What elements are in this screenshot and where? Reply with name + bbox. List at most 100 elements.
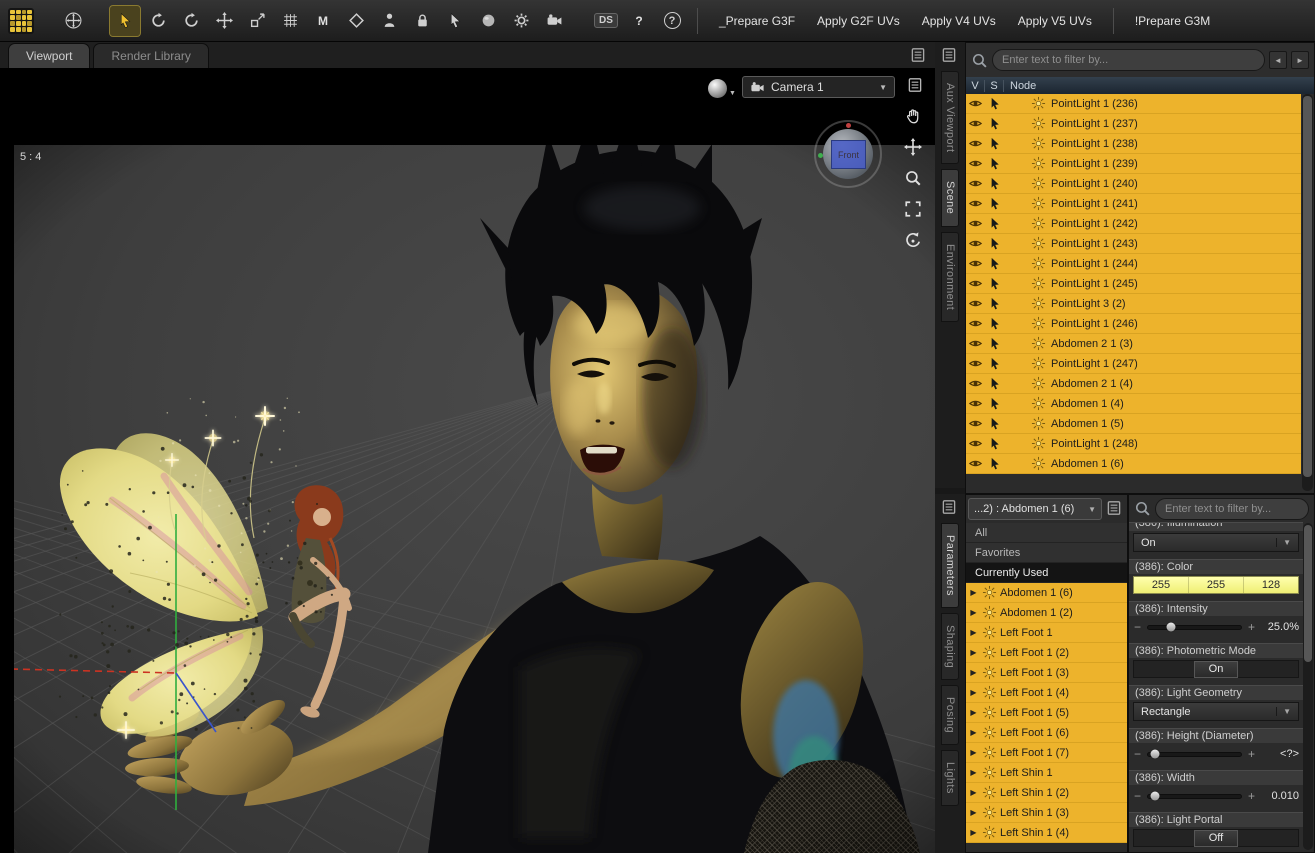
parameter-group-row[interactable]: ▶ Left Shin 1 (3) — [966, 803, 1127, 823]
visibility-eye-icon[interactable] — [966, 316, 985, 331]
viewport-3d[interactable]: 5 : 4 ▼ Camera 1 ▼ Front — [0, 68, 935, 853]
selection-pointer-icon[interactable] — [985, 356, 1004, 371]
material-sphere-icon[interactable] — [473, 6, 503, 36]
pointer-tool-icon[interactable] — [440, 6, 470, 36]
active-pose-tool-icon[interactable] — [176, 6, 206, 36]
selection-pointer-icon[interactable] — [985, 136, 1004, 151]
illumination-dropdown[interactable]: On ▼ — [1133, 533, 1299, 552]
photometric-toggle-button[interactable]: On — [1193, 660, 1239, 678]
visibility-eye-icon[interactable] — [966, 356, 985, 371]
expand-arrow-icon[interactable]: ▶ — [966, 728, 981, 737]
height-slider-handle[interactable] — [1150, 749, 1160, 759]
scene-node-row[interactable]: Abdomen 2 1 (4) — [966, 374, 1301, 394]
color-value-row[interactable]: 255 255 128 — [1133, 576, 1299, 594]
selection-pointer-icon[interactable] — [985, 296, 1004, 311]
minus-button[interactable]: − — [1133, 748, 1142, 760]
panel-options-icon[interactable] — [1105, 499, 1125, 519]
visibility-eye-icon[interactable] — [966, 276, 985, 291]
visibility-eye-icon[interactable] — [966, 156, 985, 171]
scene-node-row[interactable]: PointLight 1 (243) — [966, 234, 1301, 254]
plus-button[interactable]: + — [1247, 621, 1256, 633]
visibility-eye-icon[interactable] — [966, 376, 985, 391]
scene-scrollbar[interactable] — [1302, 94, 1313, 491]
toolbar-action-button[interactable]: Apply G2F UVs — [806, 0, 911, 41]
property-scrollbar[interactable] — [1303, 523, 1313, 850]
scene-node-row[interactable]: Abdomen 1 (6) — [966, 454, 1301, 474]
translate-tool-icon[interactable] — [209, 6, 239, 36]
scene-node-row[interactable]: PointLight 1 (236) — [966, 94, 1301, 114]
intensity-slider[interactable] — [1147, 622, 1242, 632]
selection-pointer-icon[interactable] — [985, 416, 1004, 431]
selection-pointer-icon[interactable] — [985, 256, 1004, 271]
expand-arrow-icon[interactable]: ▶ — [966, 768, 981, 777]
visibility-eye-icon[interactable] — [966, 436, 985, 451]
side-tab[interactable]: Environment — [941, 231, 959, 322]
side-tab[interactable]: Scene — [941, 169, 959, 227]
panel-menu-icon[interactable] — [940, 46, 960, 66]
camera-lock-icon[interactable] — [407, 6, 437, 36]
drawstyle-sphere-button[interactable]: ▼ — [708, 76, 736, 100]
pan-hand-icon[interactable] — [901, 104, 925, 128]
panel-menu-icon[interactable] — [940, 498, 960, 518]
whats-this-icon[interactable]: ? — [624, 6, 654, 36]
expand-arrow-icon[interactable]: ▶ — [966, 748, 981, 757]
toolbar-action-button[interactable]: _Prepare G3F — [708, 0, 806, 41]
scene-node-row[interactable]: PointLight 1 (244) — [966, 254, 1301, 274]
side-tab[interactable]: Posing — [941, 685, 959, 746]
expand-arrow-icon[interactable]: ▶ — [966, 828, 981, 837]
scene-node-row[interactable]: Abdomen 1 (4) — [966, 394, 1301, 414]
column-node[interactable]: Node — [1004, 80, 1036, 92]
light-portal-toggle-button[interactable]: Off — [1193, 829, 1239, 847]
visibility-eye-icon[interactable] — [966, 176, 985, 191]
universal-manipulator-icon[interactable] — [58, 6, 88, 36]
selection-pointer-icon[interactable] — [985, 396, 1004, 411]
scene-node-row[interactable]: Abdomen 1 (5) — [966, 414, 1301, 434]
selection-pointer-icon[interactable] — [985, 456, 1004, 471]
frame-view-icon[interactable] — [901, 197, 925, 221]
height-slider[interactable] — [1147, 749, 1242, 759]
visibility-eye-icon[interactable] — [966, 236, 985, 251]
visibility-eye-icon[interactable] — [966, 96, 985, 111]
selection-pointer-icon[interactable] — [985, 196, 1004, 211]
color-r-value[interactable]: 255 — [1134, 577, 1189, 593]
zoom-magnifier-icon[interactable] — [901, 166, 925, 190]
pane-menu-icon[interactable] — [909, 46, 929, 66]
visibility-eye-icon[interactable] — [966, 216, 985, 231]
figure-setup-tool-icon[interactable] — [374, 6, 404, 36]
expand-arrow-icon[interactable]: ▶ — [966, 628, 981, 637]
selection-pointer-icon[interactable] — [985, 436, 1004, 451]
parameter-filter-item[interactable]: Favorites — [966, 543, 1127, 563]
expand-arrow-icon[interactable]: ▶ — [966, 708, 981, 717]
selection-pointer-icon[interactable] — [985, 116, 1004, 131]
color-b-value[interactable]: 128 — [1244, 577, 1298, 593]
view-navigation-cube[interactable]: Front — [814, 120, 882, 188]
visibility-eye-icon[interactable] — [966, 116, 985, 131]
width-slider[interactable] — [1147, 791, 1242, 801]
dolly-move-icon[interactable] — [901, 135, 925, 159]
scene-node-row[interactable]: PointLight 1 (240) — [966, 174, 1301, 194]
nav-back-button[interactable]: ◄ — [1269, 51, 1287, 69]
scene-node-row[interactable]: PointLight 1 (247) — [966, 354, 1301, 374]
parameter-filter-item[interactable]: All — [966, 523, 1127, 543]
viewport-options-icon[interactable] — [906, 76, 926, 96]
camera-selector-dropdown[interactable]: Camera 1 ▼ — [742, 76, 895, 98]
expand-arrow-icon[interactable]: ▶ — [966, 788, 981, 797]
property-filter-input[interactable] — [1155, 497, 1309, 520]
visibility-eye-icon[interactable] — [966, 416, 985, 431]
side-tab[interactable]: Parameters — [941, 523, 959, 608]
visibility-eye-icon[interactable] — [966, 456, 985, 471]
document-tab[interactable]: Viewport — [8, 43, 91, 68]
help-icon[interactable]: ? — [657, 6, 687, 36]
scene-node-row[interactable]: Abdomen 2 1 (3) — [966, 334, 1301, 354]
powerpose-tool-icon[interactable]: M — [308, 6, 338, 36]
parameter-group-row[interactable]: ▶ Left Shin 1 — [966, 763, 1127, 783]
geometry-editor-tool-icon[interactable] — [341, 6, 371, 36]
expand-arrow-icon[interactable]: ▶ — [966, 688, 981, 697]
side-tab[interactable]: Aux Viewport — [941, 71, 959, 165]
nav-cube-front-face[interactable]: Front — [831, 140, 866, 169]
selection-pointer-icon[interactable] — [985, 156, 1004, 171]
parameter-group-row[interactable]: ▶ Left Foot 1 — [966, 623, 1127, 643]
parameter-group-row[interactable]: ▶ Left Foot 1 (3) — [966, 663, 1127, 683]
node-selector-dropdown[interactable]: ...2) : Abdomen 1 (6) ▼ — [968, 498, 1102, 520]
scene-node-row[interactable]: PointLight 1 (248) — [966, 434, 1301, 454]
